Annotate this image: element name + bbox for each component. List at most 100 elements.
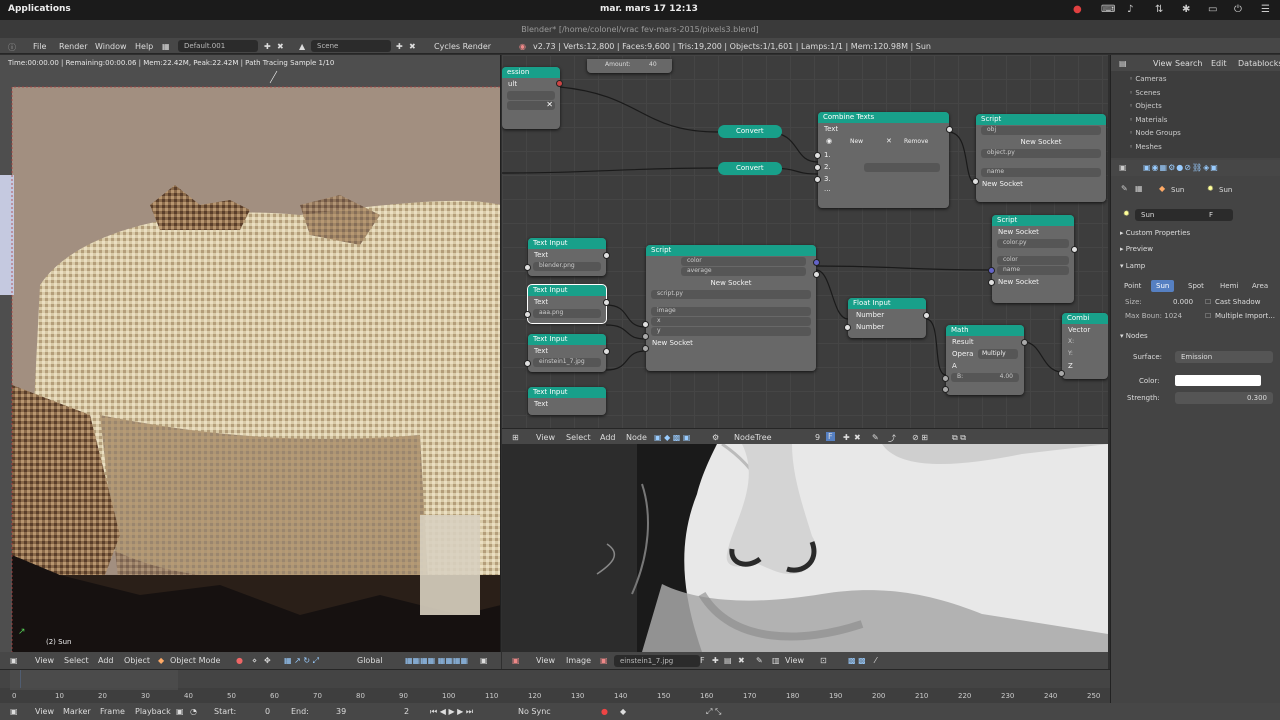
- interaction-mode-dropdown[interactable]: Object Mode: [170, 656, 220, 665]
- tree-type-icon[interactable]: ▣ ◆ ▩ ▣: [654, 433, 690, 442]
- script-name-field[interactable]: name: [981, 168, 1101, 177]
- close-icon[interactable]: ✕: [546, 100, 553, 109]
- pin-icon[interactable]: ✎: [756, 656, 763, 665]
- transform-icons[interactable]: ▦ ↗ ↻ ⤢: [284, 656, 319, 666]
- outliner-item[interactable]: ◦ Node Groups: [1129, 129, 1279, 143]
- new-socket-button[interactable]: New Socket: [646, 337, 816, 349]
- add-tree-icon[interactable]: ✚: [843, 433, 850, 442]
- screen-layout-icon[interactable]: ▦: [162, 42, 170, 51]
- channels-icon[interactable]: ⊡: [820, 656, 827, 665]
- socket[interactable]: [942, 386, 949, 393]
- pin-icon[interactable]: ✎: [872, 433, 879, 442]
- node-select-menu[interactable]: Select: [566, 433, 591, 442]
- editor-type-icon[interactable]: ▣: [512, 656, 520, 665]
- shading-icon[interactable]: ●: [236, 656, 243, 665]
- script-file-field[interactable]: color.py: [997, 239, 1069, 248]
- window-menu[interactable]: Window: [95, 42, 127, 51]
- image-view-menu[interactable]: View: [536, 656, 555, 665]
- 3d-object-menu[interactable]: Object: [124, 656, 150, 665]
- text-input-header[interactable]: Text Input: [528, 387, 606, 398]
- script-node-header[interactable]: Script: [976, 114, 1106, 125]
- script-node-header[interactable]: Script: [646, 245, 816, 256]
- manipulator-icon[interactable]: ✥: [264, 656, 271, 665]
- 3d-add-menu[interactable]: Add: [98, 656, 114, 665]
- keyboard-icon[interactable]: ⌨: [1101, 4, 1115, 15]
- float-input-header[interactable]: Float Input: [848, 298, 926, 309]
- applications-menu[interactable]: Applications: [8, 4, 71, 14]
- math-operation-dropdown[interactable]: Multiply: [978, 349, 1018, 359]
- lamp-type-hemi[interactable]: Hemi: [1215, 280, 1243, 292]
- context-tabs-icons[interactable]: ▣◉▦⚙●⊘⛓◈▣: [1143, 163, 1219, 172]
- socket[interactable]: [603, 299, 610, 306]
- outliner-item[interactable]: ◦ Scenes: [1129, 89, 1279, 103]
- math-b-value[interactable]: 4.00: [1000, 373, 1013, 380]
- script-file-field[interactable]: script.py: [651, 290, 811, 299]
- node-tree-name[interactable]: NodeTree: [734, 433, 772, 442]
- power-icon[interactable]: ⏻: [1234, 4, 1242, 15]
- sync-mode-dropdown[interactable]: No Sync: [518, 707, 551, 716]
- text-input-node-4[interactable]: Text Input Text: [528, 387, 606, 415]
- editor-type-icon[interactable]: ⊞: [512, 433, 519, 442]
- socket[interactable]: [556, 80, 563, 87]
- combine-texts-header[interactable]: Combine Texts: [818, 112, 949, 123]
- timeline-frame-menu[interactable]: Frame: [100, 707, 125, 716]
- script-node-color[interactable]: Script New Socket color.py color name Ne…: [988, 215, 1078, 303]
- new-socket-button[interactable]: New Socket: [976, 136, 1106, 148]
- system-clock[interactable]: mar. mars 17 12:13: [600, 4, 698, 14]
- editor-type-icon[interactable]: ▣: [10, 656, 18, 665]
- outliner-item[interactable]: ◦ Meshes: [1129, 143, 1279, 157]
- node-menu[interactable]: Node: [626, 433, 647, 442]
- outliner-item[interactable]: ◦ Materials: [1129, 116, 1279, 130]
- lamp-type-spot[interactable]: Spot: [1183, 280, 1209, 292]
- outliner[interactable]: ▤ View Search Edit Datablocks ◦ Cameras ◦…: [1110, 55, 1280, 158]
- text-input-node-3[interactable]: Text Input Text einstein1_7.jpg: [524, 334, 610, 372]
- volume-icon[interactable]: ♪: [1127, 4, 1133, 15]
- render-layers-icon[interactable]: ▣: [480, 656, 488, 665]
- combine-new-button[interactable]: New: [850, 138, 863, 145]
- scene-field[interactable]: Scene: [311, 40, 391, 52]
- new-socket-button[interactable]: New Socket: [976, 178, 1106, 190]
- display-mode-dropdown[interactable]: Datablocks: [1238, 59, 1280, 68]
- new-socket-button[interactable]: New Socket: [646, 277, 816, 289]
- socket[interactable]: [603, 252, 610, 259]
- combine-remove-button[interactable]: Remove: [904, 138, 928, 145]
- socket[interactable]: [814, 164, 821, 171]
- outliner-view-menu[interactable]: View: [1153, 59, 1172, 68]
- socket[interactable]: [524, 311, 531, 318]
- math-node[interactable]: Math Result Opera Multiply A B: 4.00: [942, 325, 1028, 395]
- socket[interactable]: [814, 152, 821, 159]
- script-y-field[interactable]: y: [651, 327, 811, 336]
- add-scene-icon[interactable]: ✚: [396, 42, 403, 51]
- float-input-node[interactable]: Float Input Number Number: [844, 298, 930, 338]
- outliner-edit-menu[interactable]: Edit: [1211, 59, 1227, 68]
- network-icon[interactable]: ⇅: [1155, 4, 1163, 15]
- new-socket-button[interactable]: New Socket: [992, 276, 1074, 288]
- socket[interactable]: [942, 375, 949, 382]
- socket[interactable]: [923, 312, 930, 319]
- info-editor-icon[interactable]: ⓘ: [8, 42, 16, 53]
- script-node-main[interactable]: Script color average New Socket script.p…: [642, 245, 820, 371]
- layers-icon[interactable]: ▦▦▦▦ ▦▦▦▦: [405, 656, 468, 665]
- nodes-panel[interactable]: ▾ Nodes: [1120, 332, 1148, 340]
- image-menu[interactable]: Image: [566, 656, 591, 665]
- 3d-viewport[interactable]: Time:00:00.00 | Remaining:00:00.06 | Mem…: [0, 55, 501, 652]
- pin-icon[interactable]: ✎: [1121, 184, 1128, 193]
- outliner-item[interactable]: ◦ Cameras: [1129, 75, 1279, 89]
- lamp-type-area[interactable]: Area: [1247, 280, 1273, 292]
- surface-dropdown[interactable]: Emission: [1175, 351, 1273, 363]
- context-lamp[interactable]: Sun: [1219, 186, 1232, 194]
- script-node-header[interactable]: Script: [992, 215, 1074, 226]
- combine-texts-node[interactable]: Combine Texts Text ◉ New ✕ Remove 1. 2. …: [814, 112, 953, 208]
- screen-layout-field[interactable]: Default.001: [178, 40, 258, 52]
- editor-type-icon[interactable]: ▤: [1119, 59, 1127, 68]
- socket[interactable]: [524, 360, 531, 367]
- script-node-object[interactable]: Script obj New Socket object.py name New…: [972, 114, 1106, 202]
- new-socket-button[interactable]: New Socket: [992, 226, 1074, 238]
- add-screen-icon[interactable]: ✚: [264, 42, 271, 51]
- preview-panel[interactable]: ▸ Preview: [1120, 245, 1153, 253]
- node-partial-left[interactable]: ession ult ✕: [502, 67, 563, 129]
- brush-icon[interactable]: ⁄: [875, 656, 876, 665]
- strength-field[interactable]: 0.300: [1175, 392, 1273, 404]
- fake-user-button[interactable]: F: [1209, 211, 1213, 219]
- pivot-icon[interactable]: ⋄: [252, 656, 257, 665]
